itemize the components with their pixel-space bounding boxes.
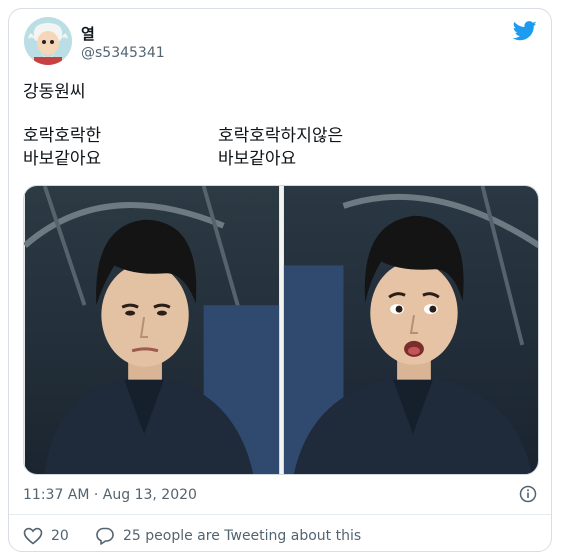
speech-bubble-icon[interactable]	[95, 526, 115, 546]
author-name[interactable]: 열	[81, 23, 95, 44]
like-count[interactable]: 20	[51, 528, 69, 544]
author-handle[interactable]: @s5345341	[81, 45, 165, 61]
tweet-text: 강동원씨	[23, 82, 86, 102]
left-caption: 호락호락한 바보같아요	[23, 125, 101, 171]
divider	[9, 514, 551, 515]
info-icon[interactable]	[519, 485, 537, 503]
right-caption: 호락호락하지않은 바보같아요	[218, 125, 343, 171]
reply-text[interactable]: 25 people are Tweeting about this	[123, 528, 361, 544]
right-photo[interactable]	[283, 186, 539, 474]
tweet-timestamp[interactable]: 11:37 AM · Aug 13, 2020	[23, 487, 197, 503]
right-caption-line-2: 바보같아요	[218, 149, 297, 169]
tweet-card: 열 @s5345341 강동원씨 호락호락한 바보같아요 호락호락하지않은 바보…	[8, 8, 552, 552]
tweet-media[interactable]	[23, 185, 539, 475]
right-caption-line-1: 호락호락하지않은	[218, 126, 344, 146]
heart-icon[interactable]	[23, 527, 43, 545]
left-caption-line-1: 호락호락한	[23, 126, 102, 146]
cartoon-avatar-image	[24, 17, 72, 65]
twitter-bird-icon[interactable]	[512, 21, 537, 41]
left-caption-line-2: 바보같아요	[23, 149, 102, 169]
avatar[interactable]	[24, 17, 72, 65]
left-photo[interactable]	[24, 186, 280, 474]
